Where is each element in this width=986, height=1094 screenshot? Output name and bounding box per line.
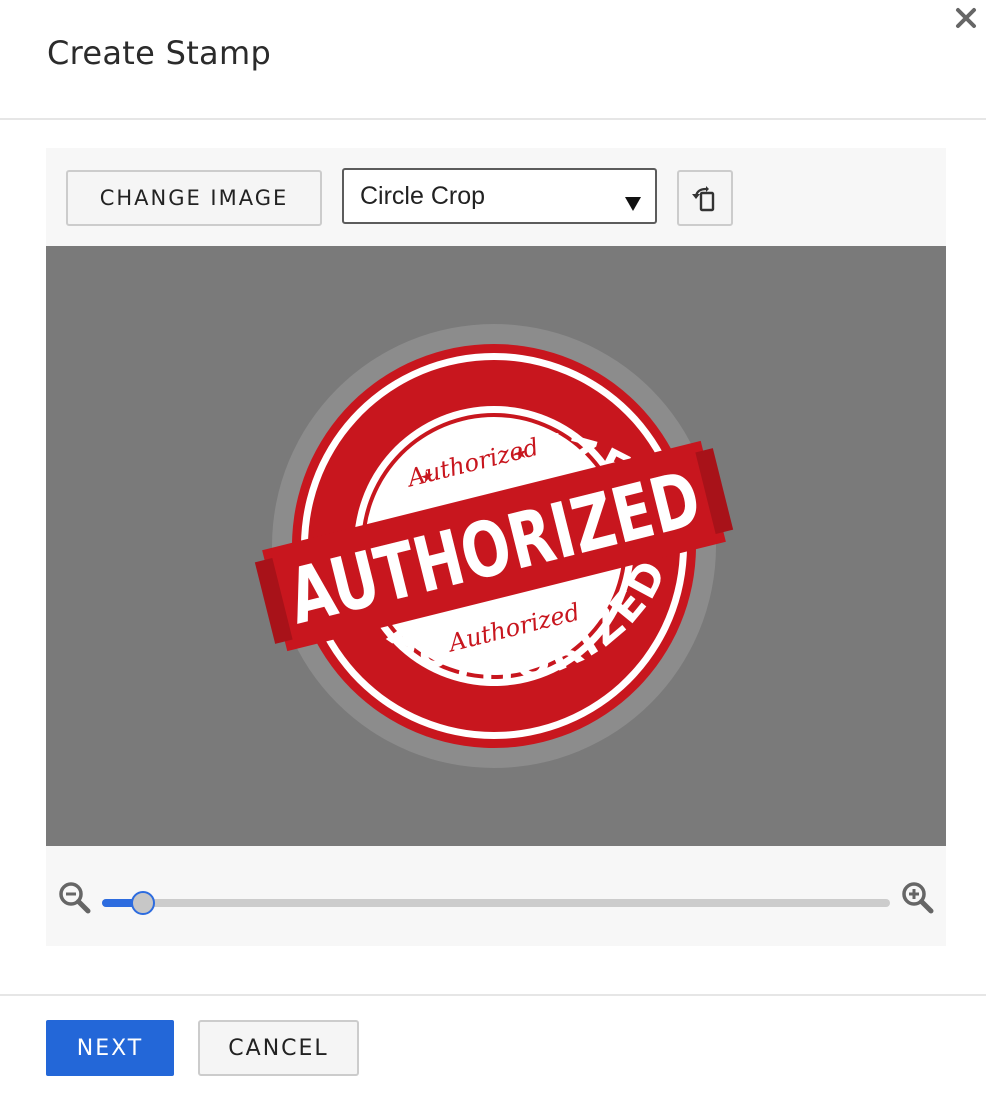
header-divider [0,118,986,120]
authorized-stamp-image: AUTHORIZED AUTHORIZED ★ ★ Authorized Aut… [254,324,734,768]
stamp-editor: CHANGE IMAGE Circle Crop AUTHORIZED AUTH… [46,148,946,946]
create-stamp-dialog: Create Stamp CHANGE IMAGE Circle Crop AU… [0,0,986,1094]
zoom-in-icon[interactable] [901,881,935,919]
crop-mode-value: Circle Crop [360,181,486,210]
crop-mode-select[interactable]: Circle Crop [342,168,657,224]
zoom-slider[interactable] [102,891,890,915]
image-canvas[interactable]: AUTHORIZED AUTHORIZED ★ ★ Authorized Aut… [46,246,946,846]
cancel-button[interactable]: CANCEL [198,1020,359,1076]
footer-divider [0,994,986,996]
next-button[interactable]: NEXT [46,1020,174,1076]
caret-down-icon [625,189,641,218]
dialog-title: Create Stamp [47,34,272,72]
rotate-button[interactable] [677,170,733,226]
rotate-icon [692,186,715,212]
zoom-slider-thumb[interactable] [131,891,155,915]
change-image-button[interactable]: CHANGE IMAGE [66,170,322,226]
zoom-out-icon[interactable] [58,881,92,919]
close-icon[interactable] [950,4,982,34]
